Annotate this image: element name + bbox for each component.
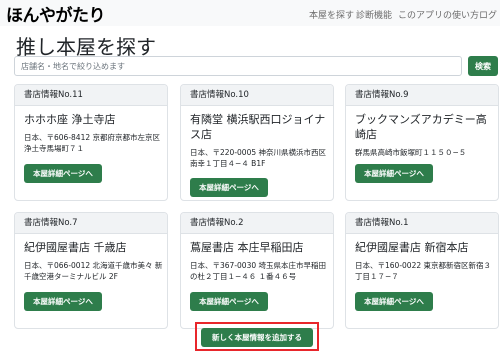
brand-logo[interactable]: ほんやがたり (6, 1, 106, 26)
navbar: ほんやがたり 本屋を探す 診断機能 このアプリの使い方 ログ (0, 0, 500, 26)
store-card-header: 書店情報No.9 (346, 85, 498, 106)
store-address: 群馬県高崎市飯塚町１１５０−５ (355, 148, 467, 157)
search-input[interactable] (14, 56, 462, 76)
store-detail-button[interactable]: 本屋詳細ページへ (190, 178, 268, 197)
store-detail-button[interactable]: 本屋詳細ページへ (355, 164, 433, 183)
store-name: 紀伊國屋書店 新宿本店 (355, 241, 469, 254)
store-card-header: 書店情報No.11 (15, 85, 167, 106)
store-card: 書店情報No.9 ブックマンズアカデミー高崎店 群馬県高崎市飯塚町１１５０−５ … (345, 84, 499, 201)
store-card: 書店情報No.2 蔦屋書店 本庄早稲田店 日本、〒367-0030 埼玉県本庄市… (180, 212, 334, 329)
store-name: 紀伊國屋書店 千歳店 (24, 241, 127, 254)
store-detail-button[interactable]: 本屋詳細ページへ (190, 292, 268, 311)
store-address: 日本、〒367-0030 埼玉県本庄市早稲田の杜２丁目１−４６ １番４６号 (190, 261, 326, 281)
store-card: 書店情報No.7 紀伊國屋書店 千歳店 日本、〒066-0012 北海道千歳市美… (14, 212, 168, 329)
store-address: 日本、〒220-0005 神奈川県横浜市西区南幸１丁目４−４ B1F (190, 148, 326, 168)
nav-link-diagnosis[interactable]: 診断機能 (356, 8, 392, 21)
store-card-header: 書店情報No.1 (346, 213, 498, 234)
store-card: 書店情報No.1 紀伊國屋書店 新宿本店 日本、〒160-0022 東京都新宿区… (345, 212, 499, 329)
add-store-button[interactable]: 新しく本屋情報を追加する (201, 328, 313, 347)
store-address: 日本、〒066-0012 北海道千歳市美々 新千歳空港ターミナルビル 2F (24, 261, 163, 281)
store-card: 書店情報No.10 有隣堂 横浜駅西口ジョイナス店 日本、〒220-0005 神… (180, 84, 334, 201)
store-detail-button[interactable]: 本屋詳細ページへ (355, 292, 433, 311)
store-name: ブックマンズアカデミー高崎店 (355, 113, 487, 141)
nav-link-how-to-use[interactable]: このアプリの使い方 (398, 8, 479, 21)
store-detail-button[interactable]: 本屋詳細ページへ (24, 292, 102, 311)
store-detail-button[interactable]: 本屋詳細ページへ (24, 164, 102, 183)
store-name: ホホホ座 浄土寺店 (24, 113, 116, 126)
store-card-header: 書店情報No.10 (181, 85, 333, 106)
nav-link-find-bookstore[interactable]: 本屋を探す (309, 8, 354, 21)
store-name: 有隣堂 横浜駅西口ジョイナス店 (190, 113, 326, 141)
store-name: 蔦屋書店 本庄早稲田店 (190, 241, 304, 254)
nav-link-login[interactable]: ログ (479, 8, 497, 21)
store-card-header: 書店情報No.7 (15, 213, 167, 234)
search-button[interactable]: 検索 (468, 56, 498, 76)
store-address: 日本、〒160-0022 東京都新宿区新宿３丁目１７−７ (355, 261, 491, 281)
store-address: 日本、〒606-8412 京都府京都市左京区浄土寺馬場町７１ (24, 133, 160, 153)
store-card-header: 書店情報No.2 (181, 213, 333, 234)
store-card: 書店情報No.11 ホホホ座 浄土寺店 日本、〒606-8412 京都府京都市左… (14, 84, 168, 201)
